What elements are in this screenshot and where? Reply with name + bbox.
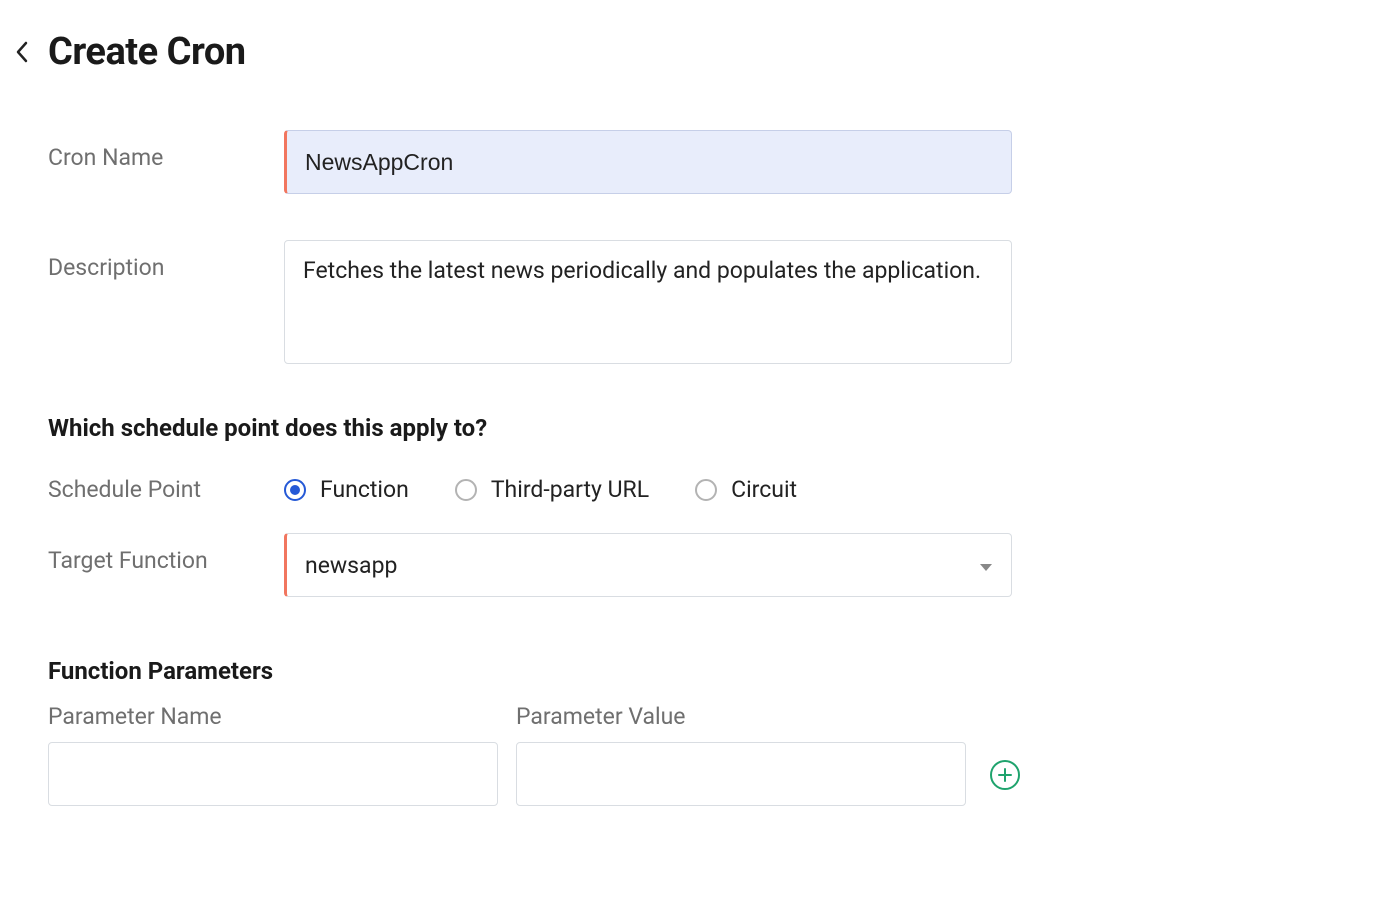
cron-name-input[interactable] xyxy=(284,130,1012,194)
parameter-value-input[interactable] xyxy=(516,742,966,806)
function-parameters-section: Function Parameters Parameter Name Param… xyxy=(48,657,1390,806)
target-function-value: newsapp xyxy=(305,552,397,579)
add-parameter-button[interactable] xyxy=(990,760,1020,790)
caret-down-icon xyxy=(979,552,993,579)
page-title: Create Cron xyxy=(48,30,246,74)
schedule-point-radio-group: Function Third-party URL Circuit xyxy=(284,472,1012,503)
radio-function[interactable]: Function xyxy=(284,476,409,503)
function-parameters-heading: Function Parameters xyxy=(48,657,1390,685)
parameter-name-col: Parameter Name xyxy=(48,703,498,806)
radio-third-party-label: Third-party URL xyxy=(491,476,649,503)
radio-function-label: Function xyxy=(320,476,409,503)
radio-indicator xyxy=(455,479,477,501)
parameter-name-label: Parameter Name xyxy=(48,703,498,730)
target-function-row: Target Function newsapp xyxy=(48,533,1390,597)
back-button[interactable] xyxy=(10,40,34,64)
parameter-name-input[interactable] xyxy=(48,742,498,806)
radio-third-party-url[interactable]: Third-party URL xyxy=(455,476,649,503)
chevron-left-icon xyxy=(15,41,29,63)
page-header: Create Cron xyxy=(10,30,1390,74)
schedule-point-row: Schedule Point Function Third-party URL … xyxy=(48,472,1390,503)
parameter-value-col: Parameter Value xyxy=(516,703,966,806)
radio-circuit[interactable]: Circuit xyxy=(695,476,797,503)
cron-name-row: Cron Name xyxy=(48,130,1390,194)
description-label: Description xyxy=(48,240,284,281)
radio-circuit-label: Circuit xyxy=(731,476,797,503)
description-row: Description xyxy=(48,240,1390,368)
radio-indicator-selected xyxy=(284,479,306,501)
function-parameters-row: Parameter Name Parameter Value xyxy=(48,703,1390,806)
radio-indicator xyxy=(695,479,717,501)
parameter-value-label: Parameter Value xyxy=(516,703,966,730)
create-cron-form: Cron Name Description Which schedule poi… xyxy=(10,130,1390,806)
cron-name-label: Cron Name xyxy=(48,130,284,171)
schedule-point-label: Schedule Point xyxy=(48,472,284,503)
plus-icon xyxy=(997,767,1013,783)
schedule-point-heading: Which schedule point does this apply to? xyxy=(48,414,1390,442)
target-function-label: Target Function xyxy=(48,533,284,574)
description-input[interactable] xyxy=(284,240,1012,364)
target-function-select[interactable]: newsapp xyxy=(284,533,1012,597)
